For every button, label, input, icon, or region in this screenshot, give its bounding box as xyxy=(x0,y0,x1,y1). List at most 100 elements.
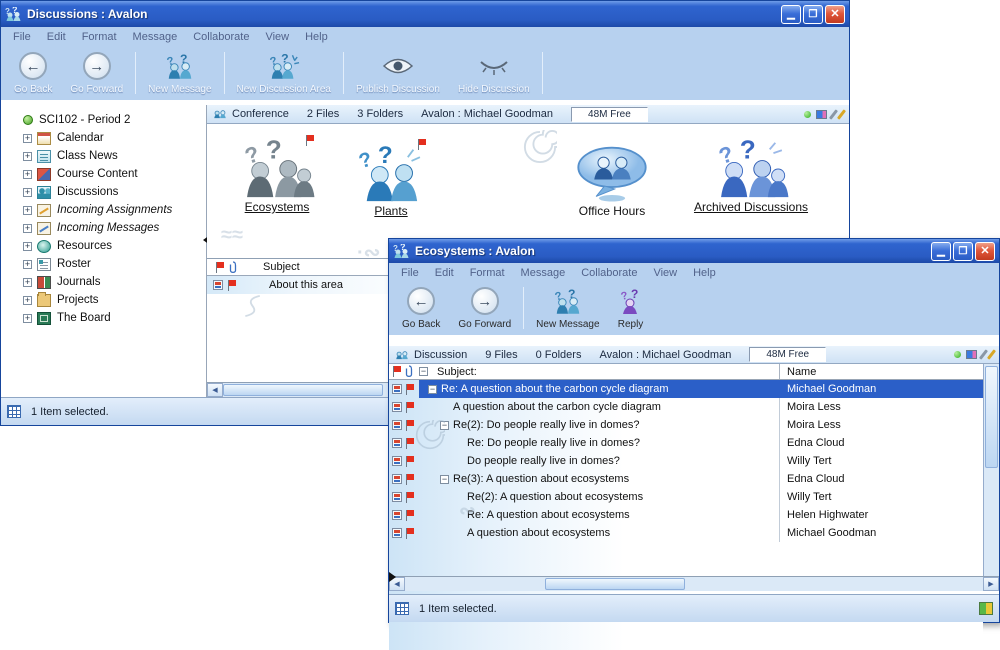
tree-item-journals[interactable]: +Journals xyxy=(1,273,206,291)
vertical-scrollbar[interactable] xyxy=(983,364,999,576)
go-back-button[interactable]: ← Go Back xyxy=(393,284,449,332)
scroll-left-arrow[interactable]: ◀ xyxy=(207,383,223,397)
layout-grid-icon[interactable] xyxy=(979,602,993,615)
go-forward-button[interactable]: → Go Forward xyxy=(61,49,132,97)
file-count: 2 Files xyxy=(307,108,339,120)
window-title: Ecosystems : Avalon xyxy=(415,244,929,258)
wave-decoration: ·∾ xyxy=(357,240,380,258)
menu-format[interactable]: Format xyxy=(74,31,125,43)
message-icon xyxy=(392,438,402,448)
maximize-button[interactable]: ❐ xyxy=(953,242,973,261)
menu-message[interactable]: Message xyxy=(125,31,186,43)
menu-help[interactable]: Help xyxy=(297,31,336,43)
collapse-icon[interactable]: − xyxy=(428,385,437,394)
scrollbar-track[interactable] xyxy=(405,577,983,591)
table-header[interactable]: −Subject: Name xyxy=(389,364,999,380)
expand-icon[interactable]: + xyxy=(23,242,32,251)
titlebar[interactable]: ?? Ecosystems : Avalon ▁ ❐ ✕ xyxy=(389,239,999,263)
tree-root[interactable]: SCI102 - Period 2 xyxy=(1,111,206,129)
table-row[interactable]: −Re(3): A question about ecosystems Edna… xyxy=(389,470,983,488)
table-row[interactable]: Re: A question about ecosystems Helen Hi… xyxy=(389,506,983,524)
tree-item-course-content[interactable]: +Course Content xyxy=(1,165,206,183)
menu-collaborate[interactable]: Collaborate xyxy=(573,267,645,279)
expand-icon[interactable]: + xyxy=(23,170,32,179)
tree-item-incoming-messages[interactable]: +Incoming Messages xyxy=(1,219,206,237)
menu-help[interactable]: Help xyxy=(685,267,724,279)
tree-item-incoming-assignments[interactable]: +Incoming Assignments xyxy=(1,201,206,219)
scrollbar-thumb[interactable] xyxy=(545,578,685,590)
collapse-all-icon[interactable]: − xyxy=(419,367,428,376)
close-button[interactable]: ✕ xyxy=(825,5,845,24)
collapse-icon[interactable]: − xyxy=(440,475,449,484)
view-grid-icon[interactable] xyxy=(966,350,977,359)
reply-button[interactable]: ?? Reply xyxy=(609,284,653,332)
tree-item-class-news[interactable]: +Class News xyxy=(1,147,206,165)
horizontal-scrollbar[interactable]: ◀ ▶ xyxy=(389,576,999,591)
scrollbar-thumb[interactable] xyxy=(985,366,998,468)
new-discussion-area-button[interactable]: ?? New Discussion Area xyxy=(228,49,340,97)
tree-item-resources[interactable]: +Resources xyxy=(1,237,206,255)
tree-item-roster[interactable]: +Roster xyxy=(1,255,206,273)
paperclip-icon xyxy=(405,365,413,378)
pencil-gold-icon[interactable] xyxy=(987,349,996,360)
close-button[interactable]: ✕ xyxy=(975,242,995,261)
tree-root-label: SCI102 - Period 2 xyxy=(39,114,130,126)
view-toggle-icon[interactable] xyxy=(7,405,21,418)
expand-icon[interactable]: + xyxy=(23,134,32,143)
menu-edit[interactable]: Edit xyxy=(39,31,74,43)
tree-item-discussions[interactable]: +Discussions xyxy=(1,183,206,201)
pencil-gold-icon[interactable] xyxy=(837,109,846,120)
message-icon xyxy=(392,402,402,412)
hide-discussion-button[interactable]: Hide Discussion xyxy=(449,49,539,97)
expand-icon[interactable]: + xyxy=(23,278,32,287)
new-message-button[interactable]: ?? New Message xyxy=(527,284,608,332)
collapse-icon[interactable]: − xyxy=(440,421,449,430)
expand-icon[interactable]: + xyxy=(23,152,32,161)
tree-item-projects[interactable]: +Projects xyxy=(1,291,206,309)
free-space: 48M Free xyxy=(571,107,648,122)
menu-edit[interactable]: Edit xyxy=(427,267,462,279)
go-back-button[interactable]: ← Go Back xyxy=(5,49,61,97)
menu-format[interactable]: Format xyxy=(462,267,513,279)
table-row[interactable]: A question about ecosystems Michael Good… xyxy=(389,524,983,542)
maximize-button[interactable]: ❐ xyxy=(803,5,823,24)
expand-icon[interactable]: + xyxy=(23,314,32,323)
expand-icon[interactable]: + xyxy=(23,296,32,305)
table-row[interactable]: Re(2): A question about ecosystems Willy… xyxy=(389,488,983,506)
tree-item-calendar[interactable]: +Calendar xyxy=(1,129,206,147)
new-message-icon: ?? xyxy=(553,286,583,316)
menu-message[interactable]: Message xyxy=(513,267,574,279)
go-forward-button[interactable]: → Go Forward xyxy=(449,284,520,332)
table-row[interactable]: Do people really live in domes? Willy Te… xyxy=(389,452,983,470)
scroll-right-arrow[interactable]: ▶ xyxy=(983,577,999,591)
expand-icon[interactable]: + xyxy=(23,206,32,215)
desktop-icon-plants[interactable]: ?? Plants xyxy=(333,142,449,218)
view-grid-icon[interactable] xyxy=(816,110,827,119)
expand-icon[interactable]: + xyxy=(23,260,32,269)
new-message-button[interactable]: ?? New Message xyxy=(139,49,220,97)
desktop-icon-office-hours[interactable]: Office Hours xyxy=(547,142,677,218)
menu-file[interactable]: File xyxy=(393,267,427,279)
minimize-button[interactable]: ▁ xyxy=(781,5,801,24)
menu-view[interactable]: View xyxy=(257,31,297,43)
titlebar[interactable]: ?? Discussions : Avalon ▁ ❐ ✕ xyxy=(1,1,849,27)
menu-file[interactable]: File xyxy=(5,31,39,43)
scrollbar-thumb[interactable] xyxy=(223,384,383,396)
table-row[interactable]: −Re: A question about the carbon cycle d… xyxy=(389,380,983,398)
minimize-button[interactable]: ▁ xyxy=(931,242,951,261)
expand-icon[interactable]: + xyxy=(23,188,32,197)
assignments-icon xyxy=(37,204,51,217)
desktop-icon-ecosystems[interactable]: ?? Ecosystems xyxy=(217,138,337,214)
table-row[interactable]: −Re(2): Do people really live in domes? … xyxy=(389,416,983,434)
desktop-icon-archived-discussions[interactable]: ?? Archived Discussions xyxy=(671,138,831,214)
course-content-icon xyxy=(37,168,51,181)
table-row[interactable]: Re: Do people really live in domes? Edna… xyxy=(389,434,983,452)
tree-item-the-board[interactable]: +The Board xyxy=(1,309,206,327)
menu-view[interactable]: View xyxy=(645,267,685,279)
menu-collaborate[interactable]: Collaborate xyxy=(185,31,257,43)
table-row[interactable]: A question about the carbon cycle diagra… xyxy=(389,398,983,416)
view-toggle-icon[interactable] xyxy=(395,602,409,615)
pane-collapse-arrow[interactable] xyxy=(389,572,401,582)
publish-discussion-button[interactable]: Publish Discussion xyxy=(347,49,449,97)
expand-icon[interactable]: + xyxy=(23,224,32,233)
